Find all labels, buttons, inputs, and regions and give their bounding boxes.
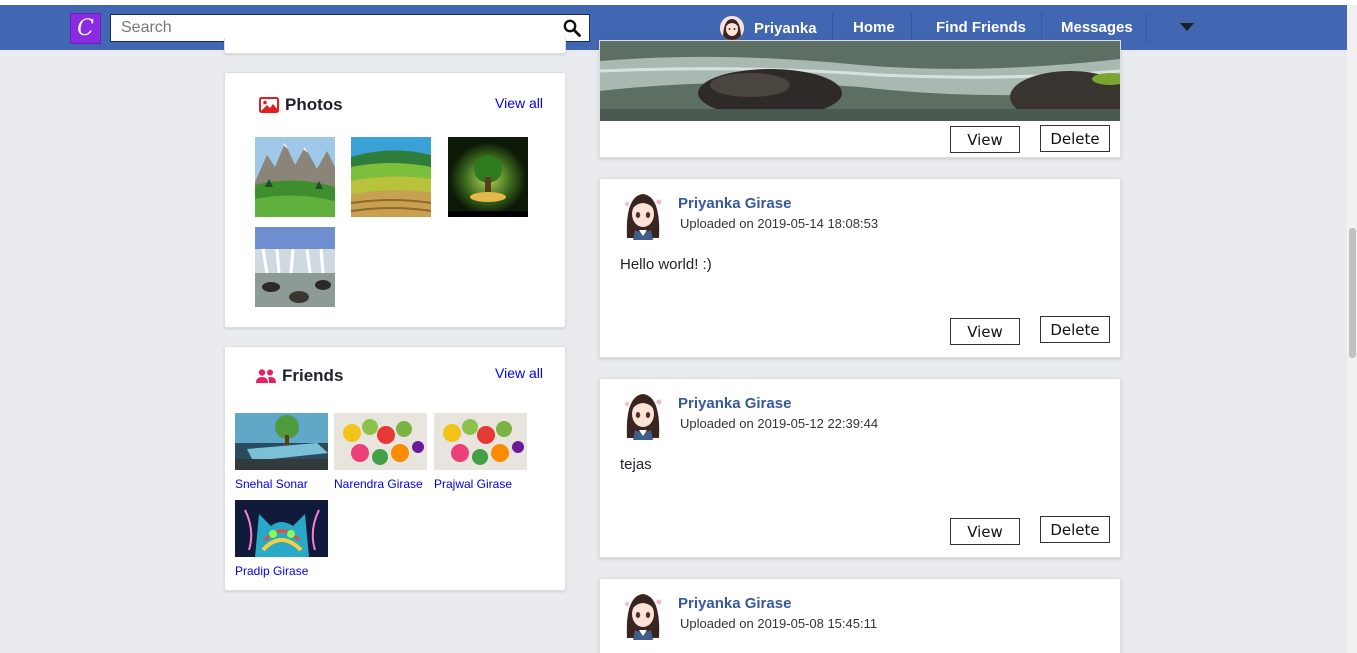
post-author-name[interactable]: Priyanka Girase xyxy=(678,595,791,612)
post-card: Priyanka Girase Uploaded on 2019-05-08 1… xyxy=(599,578,1121,653)
nav-divider xyxy=(832,13,833,43)
page-scrollbar-thumb[interactable] xyxy=(1349,228,1356,358)
nav-divider xyxy=(1041,13,1042,43)
friend-item[interactable]: Prajwal Girase xyxy=(434,413,528,491)
post-author-name[interactable]: Priyanka Girase xyxy=(678,395,791,412)
nav-home-link[interactable]: Home xyxy=(853,19,895,36)
photos-card-header: Photos xyxy=(259,95,343,115)
post-timestamp: Uploaded on 2019-05-08 15:45:11 xyxy=(680,616,878,631)
previous-card-bottom xyxy=(224,38,566,54)
photos-view-all-link[interactable]: View all xyxy=(495,95,543,111)
search-icon[interactable] xyxy=(563,19,581,37)
friends-icon xyxy=(256,369,276,383)
post-card: Priyanka Girase Uploaded on 2019-05-12 2… xyxy=(599,378,1121,558)
friends-view-all-link[interactable]: View all xyxy=(495,365,543,381)
friend-avatar xyxy=(235,413,328,470)
friend-item[interactable]: Narendra Girase xyxy=(334,413,428,491)
friends-card-title: Friends xyxy=(282,366,344,385)
view-button[interactable]: View xyxy=(950,126,1020,153)
nav-user-name: Priyanka xyxy=(754,19,817,37)
nav-find-friends-link[interactable]: Find Friends xyxy=(936,19,1026,36)
nav-divider xyxy=(1146,13,1147,43)
photo-thumbnail[interactable] xyxy=(255,227,335,307)
post-text: tejas xyxy=(620,456,652,473)
post-timestamp: Uploaded on 2019-05-14 18:08:53 xyxy=(680,216,879,231)
photos-icon xyxy=(259,97,279,113)
friends-card-header: Friends xyxy=(256,366,343,386)
delete-button[interactable]: Delete xyxy=(1040,516,1110,543)
nav-divider xyxy=(911,13,912,43)
nav-messages-link[interactable]: Messages xyxy=(1061,19,1133,36)
friend-avatar xyxy=(235,500,328,557)
photos-card: Photos View all xyxy=(224,72,566,328)
post-author-avatar[interactable] xyxy=(621,190,665,240)
view-button[interactable]: View xyxy=(950,318,1020,345)
nav-avatar xyxy=(720,16,744,40)
photos-card-title: Photos xyxy=(285,95,343,114)
photo-thumbnail[interactable] xyxy=(448,137,528,217)
friend-item[interactable]: Snehal Sonar xyxy=(235,413,329,491)
post-card: View Delete xyxy=(599,40,1121,158)
post-card: Priyanka Girase Uploaded on 2019-05-14 1… xyxy=(599,178,1121,358)
friend-avatar xyxy=(334,413,427,470)
post-author-avatar[interactable] xyxy=(621,390,665,440)
app-logo[interactable]: C xyxy=(70,13,101,44)
friend-name: Snehal Sonar xyxy=(235,477,308,491)
post-timestamp: Uploaded on 2019-05-12 22:39:44 xyxy=(680,416,879,431)
dropdown-caret-icon[interactable] xyxy=(1180,23,1194,31)
friend-name: Pradip Girase xyxy=(235,564,309,578)
delete-button[interactable]: Delete xyxy=(1040,125,1110,152)
friends-card: Friends View all Snehal Sonar Narendra G… xyxy=(224,346,566,591)
friend-item[interactable]: Pradip Girase xyxy=(235,500,329,578)
post-author-avatar[interactable] xyxy=(621,590,665,640)
photo-thumbnail[interactable] xyxy=(351,137,431,217)
post-text: Hello world! :) xyxy=(620,256,712,273)
friend-name: Narendra Girase xyxy=(334,477,423,491)
post-author-name[interactable]: Priyanka Girase xyxy=(678,195,791,212)
delete-button[interactable]: Delete xyxy=(1040,316,1110,343)
nav-profile-link[interactable]: Priyanka xyxy=(720,16,817,40)
friend-avatar xyxy=(434,413,527,470)
friend-name: Prajwal Girase xyxy=(434,477,513,491)
view-button[interactable]: View xyxy=(950,518,1020,545)
post-image[interactable] xyxy=(600,41,1120,121)
photo-thumbnail[interactable] xyxy=(255,137,335,217)
